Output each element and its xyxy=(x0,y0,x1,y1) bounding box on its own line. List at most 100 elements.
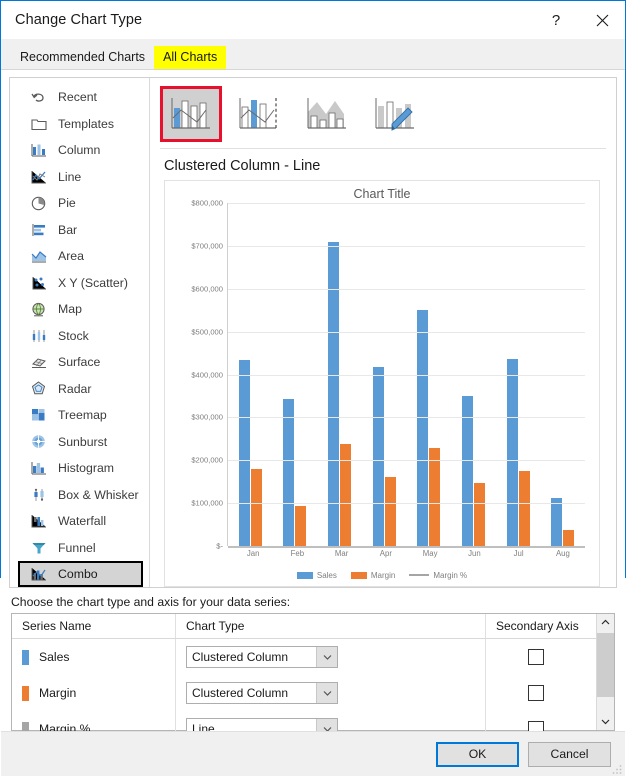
gridline xyxy=(228,288,585,290)
header-chart-type: Chart Type xyxy=(176,614,486,638)
bar-sales-jan xyxy=(238,359,250,546)
chart-type-dropdown-sales[interactable]: Clustered Column xyxy=(186,646,338,668)
chevron-down-icon xyxy=(316,647,337,667)
sidebar-item-treemap[interactable]: Treemap xyxy=(10,402,149,429)
sidebar-item-label: Surface xyxy=(58,355,101,370)
sidebar-item-waterfall[interactable]: Waterfall xyxy=(10,508,149,535)
gridline xyxy=(228,417,585,419)
tab-recommended-charts[interactable]: Recommended Charts xyxy=(11,46,154,70)
legend-label: Sales xyxy=(316,570,337,580)
sidebar-item-stock[interactable]: Stock xyxy=(10,323,149,350)
series-grid: Series Name Chart Type Secondary Axis Sa… xyxy=(11,613,615,747)
header-secondary-axis: Secondary Axis xyxy=(496,619,579,633)
cancel-button[interactable]: Cancel xyxy=(528,741,611,767)
sidebar-item-label: Column xyxy=(58,143,101,158)
sidebar-item-recent[interactable]: Recent xyxy=(10,84,149,111)
series-color-swatch xyxy=(22,649,29,665)
sidebar-item-area[interactable]: Area xyxy=(10,243,149,270)
thumbnail-clustered-column-line[interactable] xyxy=(160,86,222,142)
sidebar-item-label: Area xyxy=(58,249,84,264)
bar-sales-jul xyxy=(506,359,518,546)
plot-wrapper: $800,000 $700,000 $600,000 $500,000 $400,000… xyxy=(165,199,599,551)
secondary-axis-cell xyxy=(486,639,596,675)
column-icon xyxy=(28,140,49,160)
combo-icon xyxy=(28,564,49,584)
area-icon xyxy=(28,246,49,266)
title-bar: Change Chart Type ? xyxy=(1,1,625,39)
bar-icon xyxy=(28,220,49,240)
x-axis-label: Jul xyxy=(513,549,524,558)
sidebar-item-bar[interactable]: Bar xyxy=(10,217,149,244)
bar-margin-apr xyxy=(384,476,396,546)
sidebar-item-xy-scatter[interactable]: X Y (Scatter) xyxy=(10,270,149,297)
gridline xyxy=(228,331,585,333)
thumbnail-custom-combination[interactable] xyxy=(364,86,426,142)
bar-margin-jan xyxy=(250,468,262,546)
x-axis-label: Mar xyxy=(334,549,349,558)
sunburst-icon xyxy=(28,432,49,452)
sidebar-item-radar[interactable]: Radar xyxy=(10,376,149,403)
recent-icon xyxy=(28,87,49,107)
sidebar-item-label: Map xyxy=(58,302,82,317)
bar-sales-jun xyxy=(461,395,473,546)
sidebar-item-funnel[interactable]: Funnel xyxy=(10,535,149,562)
thumbnail-stacked-area-clustered-column[interactable] xyxy=(296,86,358,142)
sidebar-item-combo[interactable]: Combo xyxy=(18,561,143,587)
sidebar-item-label: Templates xyxy=(58,116,115,131)
chart-type-dropdown-margin[interactable]: Clustered Column xyxy=(186,682,338,704)
bar-margin-jun xyxy=(473,482,485,546)
series-color-swatch xyxy=(22,685,29,701)
surface-icon xyxy=(28,352,49,372)
treemap-icon xyxy=(28,405,49,425)
waterfall-icon xyxy=(28,511,49,531)
ok-button[interactable]: OK xyxy=(436,741,519,767)
series-name-label: Sales xyxy=(39,650,70,664)
sidebar-item-templates[interactable]: Templates xyxy=(10,111,149,138)
funnel-icon xyxy=(28,538,49,558)
series-grid-scrollbar[interactable] xyxy=(596,614,614,730)
close-button[interactable] xyxy=(579,1,625,39)
y-axis-tick: $400,000 xyxy=(191,370,223,379)
help-button[interactable]: ? xyxy=(533,1,579,39)
histogram-icon xyxy=(28,458,49,478)
sidebar-item-map[interactable]: Map xyxy=(10,296,149,323)
axis-baseline xyxy=(228,546,585,548)
secondary-axis-checkbox-sales[interactable] xyxy=(528,649,544,665)
x-axis-label: May xyxy=(422,549,438,558)
sidebar-item-label: Sunburst xyxy=(58,434,108,449)
sidebar-item-box-whisker[interactable]: Box & Whisker xyxy=(10,482,149,509)
scroll-thumb[interactable] xyxy=(597,633,614,697)
tab-all-charts[interactable]: All Charts xyxy=(154,45,227,69)
sidebar-item-label: Bar xyxy=(58,222,78,237)
legend-label: Margin xyxy=(370,570,396,580)
thumbnail-clustered-column-line-secondary-axis[interactable] xyxy=(228,86,290,142)
sidebar-item-label: Treemap xyxy=(58,408,107,423)
gridline xyxy=(228,203,585,204)
resize-grip-icon[interactable] xyxy=(612,764,622,774)
secondary-axis-checkbox-margin[interactable] xyxy=(528,685,544,701)
scroll-down-button[interactable] xyxy=(597,713,614,730)
sidebar-item-sunburst[interactable]: Sunburst xyxy=(10,429,149,456)
y-axis-tick: $- xyxy=(216,541,223,551)
sidebar-item-histogram[interactable]: Histogram xyxy=(10,455,149,482)
sidebar-item-line[interactable]: Line xyxy=(10,164,149,191)
title-bar-buttons: ? xyxy=(533,1,625,39)
x-axis-label: Apr xyxy=(379,549,392,558)
chart-preview: Chart Title $800,000 $700,000 $600,000 $500… xyxy=(164,180,600,587)
sidebar-item-surface[interactable]: Surface xyxy=(10,349,149,376)
sidebar-item-pie[interactable]: Pie xyxy=(10,190,149,217)
bar-sales-feb xyxy=(283,398,295,546)
x-axis-label: Jun xyxy=(468,549,481,558)
series-instruction: Choose the chart type and axis for your … xyxy=(11,595,291,609)
chart-category-sidebar: Recent Templates Column Line Pie Bar Are… xyxy=(10,78,150,587)
x-axis-label: Jan xyxy=(246,549,260,558)
scroll-track[interactable] xyxy=(597,631,614,713)
clustered-column-line-icon xyxy=(170,96,212,132)
sidebar-item-label: Histogram xyxy=(58,461,115,476)
bar-margin-aug xyxy=(563,530,575,546)
sidebar-item-column[interactable]: Column xyxy=(10,137,149,164)
close-icon xyxy=(596,14,608,26)
sidebar-item-label: Stock xyxy=(58,328,89,343)
preview-heading: Clustered Column - Line xyxy=(164,158,321,174)
scroll-up-button[interactable] xyxy=(597,614,614,631)
